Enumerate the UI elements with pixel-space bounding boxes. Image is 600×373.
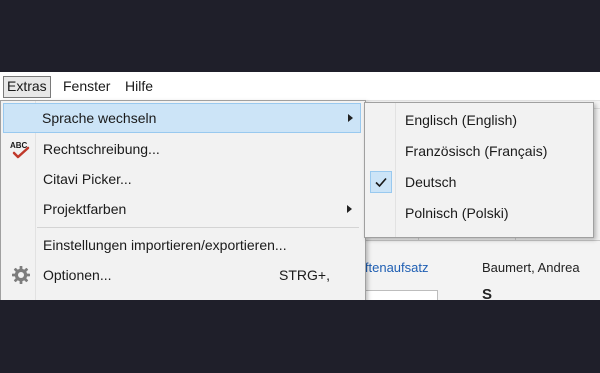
submenu-item-label: Englisch (English) bbox=[405, 112, 518, 128]
document-type-link[interactable]: iftenaufsatz bbox=[362, 260, 429, 275]
menu-item-label: Einstellungen importieren/exportieren... bbox=[43, 237, 287, 253]
background-input[interactable] bbox=[362, 290, 438, 300]
background-heading: S bbox=[482, 286, 493, 300]
menu-separator bbox=[37, 227, 359, 228]
submenu-item-deutsch[interactable]: Deutsch bbox=[367, 167, 591, 198]
checked-indicator bbox=[370, 171, 392, 193]
spellcheck-icon-text: ABC bbox=[10, 141, 28, 150]
extras-dropdown: Sprache wechseln ABC Rechtschreibung... … bbox=[0, 100, 366, 300]
menu-item-label: Citavi Picker... bbox=[43, 171, 132, 187]
submenu-item-label: Deutsch bbox=[405, 174, 457, 190]
submenu-item-label: Polnisch (Polski) bbox=[405, 205, 509, 221]
menu-item-optionen[interactable]: Optionen... STRG+, bbox=[3, 260, 361, 290]
menu-item-rechtschreibung[interactable]: ABC Rechtschreibung... bbox=[3, 134, 361, 164]
menu-item-label: Projektfarben bbox=[43, 201, 127, 217]
menu-fenster[interactable]: Fenster bbox=[60, 76, 113, 96]
menu-item-label: Sprache wechseln bbox=[42, 110, 157, 126]
submenu-item-englisch[interactable]: Englisch (English) bbox=[367, 105, 591, 136]
submenu-arrow-icon bbox=[348, 114, 353, 122]
menu-item-einstellungen[interactable]: Einstellungen importieren/exportieren... bbox=[3, 230, 361, 260]
menu-bar: Extras Fenster Hilfe bbox=[0, 72, 600, 101]
menu-item-projektfarben[interactable]: Projektfarben bbox=[3, 194, 361, 224]
app-window: iftenaufsatz Baumert, Andrea S Extras Fe… bbox=[0, 72, 600, 300]
menu-hilfe[interactable]: Hilfe bbox=[122, 76, 156, 96]
menu-item-label: Optionen... bbox=[43, 267, 112, 283]
gear-icon bbox=[12, 266, 30, 284]
checkmark-icon bbox=[375, 177, 387, 188]
menu-item-shortcut: STRG+, bbox=[279, 267, 330, 283]
menu-item-citavi-picker[interactable]: Citavi Picker... bbox=[3, 164, 361, 194]
submenu-item-label: Französisch (Français) bbox=[405, 143, 548, 159]
menu-item-sprache-wechseln[interactable]: Sprache wechseln bbox=[3, 103, 361, 133]
menu-extras[interactable]: Extras bbox=[3, 76, 51, 98]
submenu-arrow-icon bbox=[347, 205, 352, 213]
submenu-item-polnisch[interactable]: Polnisch (Polski) bbox=[367, 198, 591, 229]
author-text: Baumert, Andrea bbox=[482, 260, 580, 275]
submenu-item-franzoesisch[interactable]: Französisch (Français) bbox=[367, 136, 591, 167]
menu-item-label: Rechtschreibung... bbox=[43, 141, 160, 157]
spellcheck-icon: ABC bbox=[10, 141, 30, 159]
divider bbox=[360, 240, 600, 241]
language-submenu: Englisch (English) Französisch (Français… bbox=[364, 102, 594, 238]
